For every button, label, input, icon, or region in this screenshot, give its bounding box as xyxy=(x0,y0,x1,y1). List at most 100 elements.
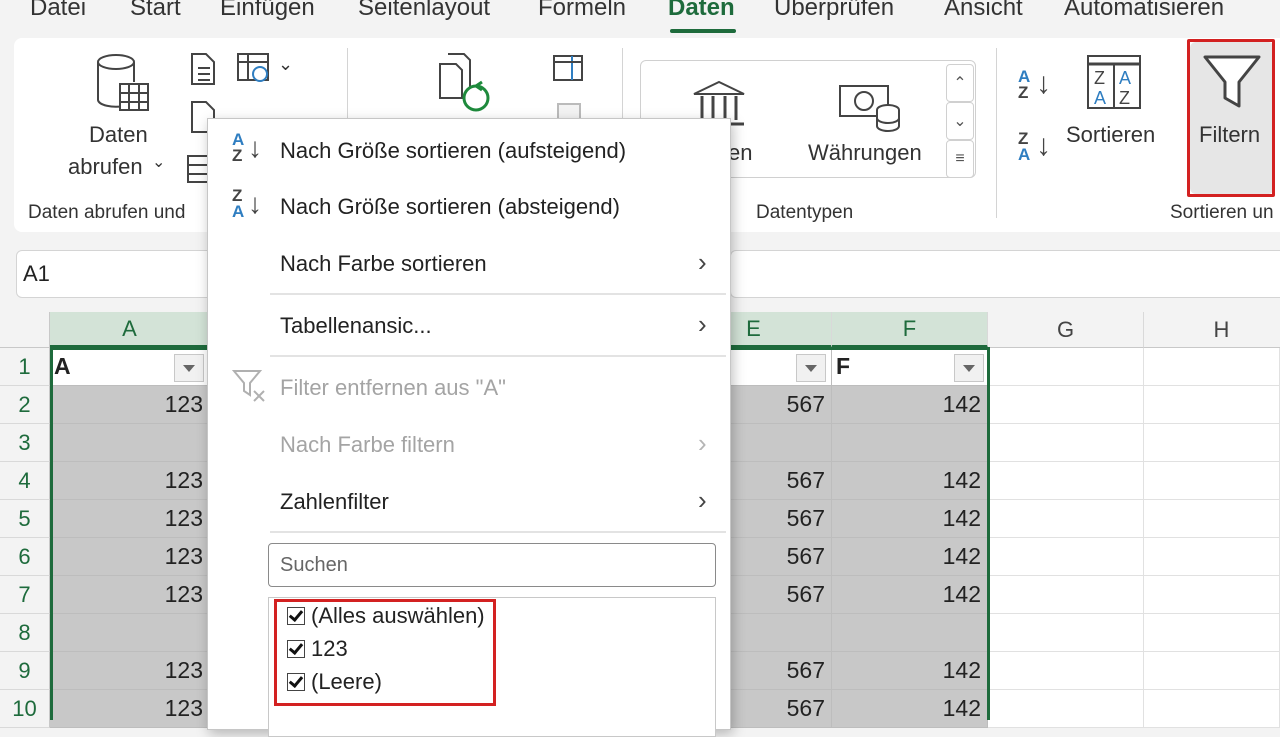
cell[interactable] xyxy=(1144,424,1280,462)
cell[interactable] xyxy=(988,690,1144,728)
cell[interactable] xyxy=(988,424,1144,462)
datatype-label-partial[interactable]: en xyxy=(728,140,752,166)
filter-dropdown-f[interactable] xyxy=(954,354,984,382)
cell-a[interactable] xyxy=(50,614,210,652)
formula-input[interactable] xyxy=(730,250,1280,298)
sort-ascending-icon[interactable]: A Z ↓ xyxy=(1018,68,1058,108)
menu-number-filters[interactable]: Zahlenfilter xyxy=(280,489,389,515)
cell[interactable] xyxy=(1144,500,1280,538)
cell-a[interactable]: 123 xyxy=(50,538,210,576)
cell-f[interactable]: 142 xyxy=(832,576,988,614)
search-placeholder: Suchen xyxy=(280,554,348,576)
column-header-f[interactable]: F xyxy=(832,312,988,348)
menu-sort-descending[interactable]: Nach Größe sortieren (absteigend) xyxy=(280,194,620,220)
cell-a[interactable]: 123 xyxy=(50,462,210,500)
select-all-corner[interactable] xyxy=(0,312,50,348)
gallery-more-button[interactable]: ≡ xyxy=(946,140,974,178)
currencies-label[interactable]: Währungen xyxy=(808,140,922,166)
chevron-right-icon: › xyxy=(698,309,707,339)
tab-datei[interactable]: Datei xyxy=(30,0,86,22)
cell-f[interactable] xyxy=(832,424,988,462)
cell-a[interactable]: 123 xyxy=(50,386,210,424)
cell[interactable] xyxy=(1144,614,1280,652)
cell[interactable] xyxy=(988,538,1144,576)
row-header[interactable]: 9 xyxy=(0,652,50,690)
gallery-down-button[interactable]: ⌄ xyxy=(946,102,974,140)
menu-clear-filter[interactable]: Filter entfernen aus "A" xyxy=(280,375,506,401)
cell-f[interactable] xyxy=(832,614,988,652)
cell[interactable] xyxy=(1144,386,1280,424)
row-header[interactable]: 7 xyxy=(0,576,50,614)
cell[interactable] xyxy=(988,348,1144,386)
row-header[interactable]: 3 xyxy=(0,424,50,462)
row-header[interactable]: 6 xyxy=(0,538,50,576)
name-box-value: A1 xyxy=(23,261,50,286)
name-box[interactable]: A1 xyxy=(16,250,218,298)
cell-f[interactable]: 142 xyxy=(832,386,988,424)
cell-a[interactable]: 123 xyxy=(50,576,210,614)
column-header-h[interactable]: H xyxy=(1144,312,1280,348)
cell-a[interactable]: 123 xyxy=(50,652,210,690)
sort-descending-icon[interactable]: Z A ↓ xyxy=(1018,130,1058,170)
get-data-label-2[interactable]: abrufen xyxy=(68,154,143,180)
filter-dropdown-e[interactable] xyxy=(796,354,826,382)
custom-sort-icon[interactable]: Z A A Z xyxy=(1086,54,1142,110)
cell-a[interactable] xyxy=(50,424,210,462)
row-header[interactable]: 1 xyxy=(0,348,50,386)
chevron-down-icon[interactable]: ⌄ xyxy=(152,152,165,172)
chevron-down-icon[interactable]: ⌄ xyxy=(278,54,293,75)
tab-automatisieren[interactable]: Automatisieren xyxy=(1064,0,1224,22)
text-file-icon[interactable] xyxy=(190,52,218,86)
row-header[interactable]: 8 xyxy=(0,614,50,652)
tab-formeln[interactable]: Formeln xyxy=(538,0,626,22)
cell[interactable] xyxy=(988,500,1144,538)
row-header[interactable]: 5 xyxy=(0,500,50,538)
tab-seitenlayout[interactable]: Seitenlayout xyxy=(358,0,490,22)
cell-f[interactable]: 142 xyxy=(832,500,988,538)
cell[interactable] xyxy=(988,462,1144,500)
cell[interactable] xyxy=(988,576,1144,614)
cell[interactable] xyxy=(1144,538,1280,576)
cell[interactable] xyxy=(1144,462,1280,500)
cell[interactable] xyxy=(1144,576,1280,614)
filter-dropdown-a[interactable] xyxy=(174,354,204,382)
web-table-icon[interactable] xyxy=(236,52,272,84)
tab-einfuegen[interactable]: Einfügen xyxy=(220,0,315,22)
get-data-label-1[interactable]: Daten xyxy=(89,122,148,148)
cell-a[interactable]: 123 xyxy=(50,500,210,538)
gallery-up-button[interactable]: ⌃ xyxy=(946,64,974,102)
menu-filter-by-color[interactable]: Nach Farbe filtern xyxy=(280,432,455,458)
currency-icon[interactable] xyxy=(838,82,902,134)
menu-separator xyxy=(270,355,726,357)
cell-a[interactable]: 123 xyxy=(50,690,210,728)
sort-label[interactable]: Sortieren xyxy=(1066,122,1155,148)
cell-f[interactable]: 142 xyxy=(832,538,988,576)
cell[interactable] xyxy=(1144,348,1280,386)
column-header-a[interactable]: A xyxy=(50,312,210,348)
cell-f[interactable]: 142 xyxy=(832,462,988,500)
cell[interactable] xyxy=(988,614,1144,652)
tab-daten[interactable]: Daten xyxy=(668,0,735,22)
menu-table-view[interactable]: Tabellenansic... xyxy=(280,313,432,339)
row-header[interactable]: 10 xyxy=(0,690,50,728)
menu-sort-by-color[interactable]: Nach Farbe sortieren xyxy=(280,251,487,277)
menu-sort-ascending[interactable]: Nach Größe sortieren (aufsteigend) xyxy=(280,138,626,164)
database-icon[interactable] xyxy=(94,52,152,116)
cell[interactable] xyxy=(1144,690,1280,728)
cell[interactable] xyxy=(988,386,1144,424)
cell-f[interactable]: 142 xyxy=(832,690,988,728)
tab-start[interactable]: Start xyxy=(130,0,181,22)
queries-pane-icon[interactable] xyxy=(552,54,584,82)
tab-ueberpruefen[interactable]: Überprüfen xyxy=(774,0,894,22)
column-header-g[interactable]: G xyxy=(988,312,1144,348)
tab-ansicht[interactable]: Ansicht xyxy=(944,0,1023,22)
cell[interactable] xyxy=(1144,652,1280,690)
refresh-all-icon[interactable] xyxy=(436,50,494,116)
clear-filter-icon xyxy=(232,370,265,402)
filter-search-input[interactable]: Suchen xyxy=(268,543,716,587)
row-header[interactable]: 2 xyxy=(0,386,50,424)
cell-f[interactable]: 142 xyxy=(832,652,988,690)
row-header[interactable]: 4 xyxy=(0,462,50,500)
active-tab-indicator xyxy=(670,29,736,33)
cell[interactable] xyxy=(988,652,1144,690)
